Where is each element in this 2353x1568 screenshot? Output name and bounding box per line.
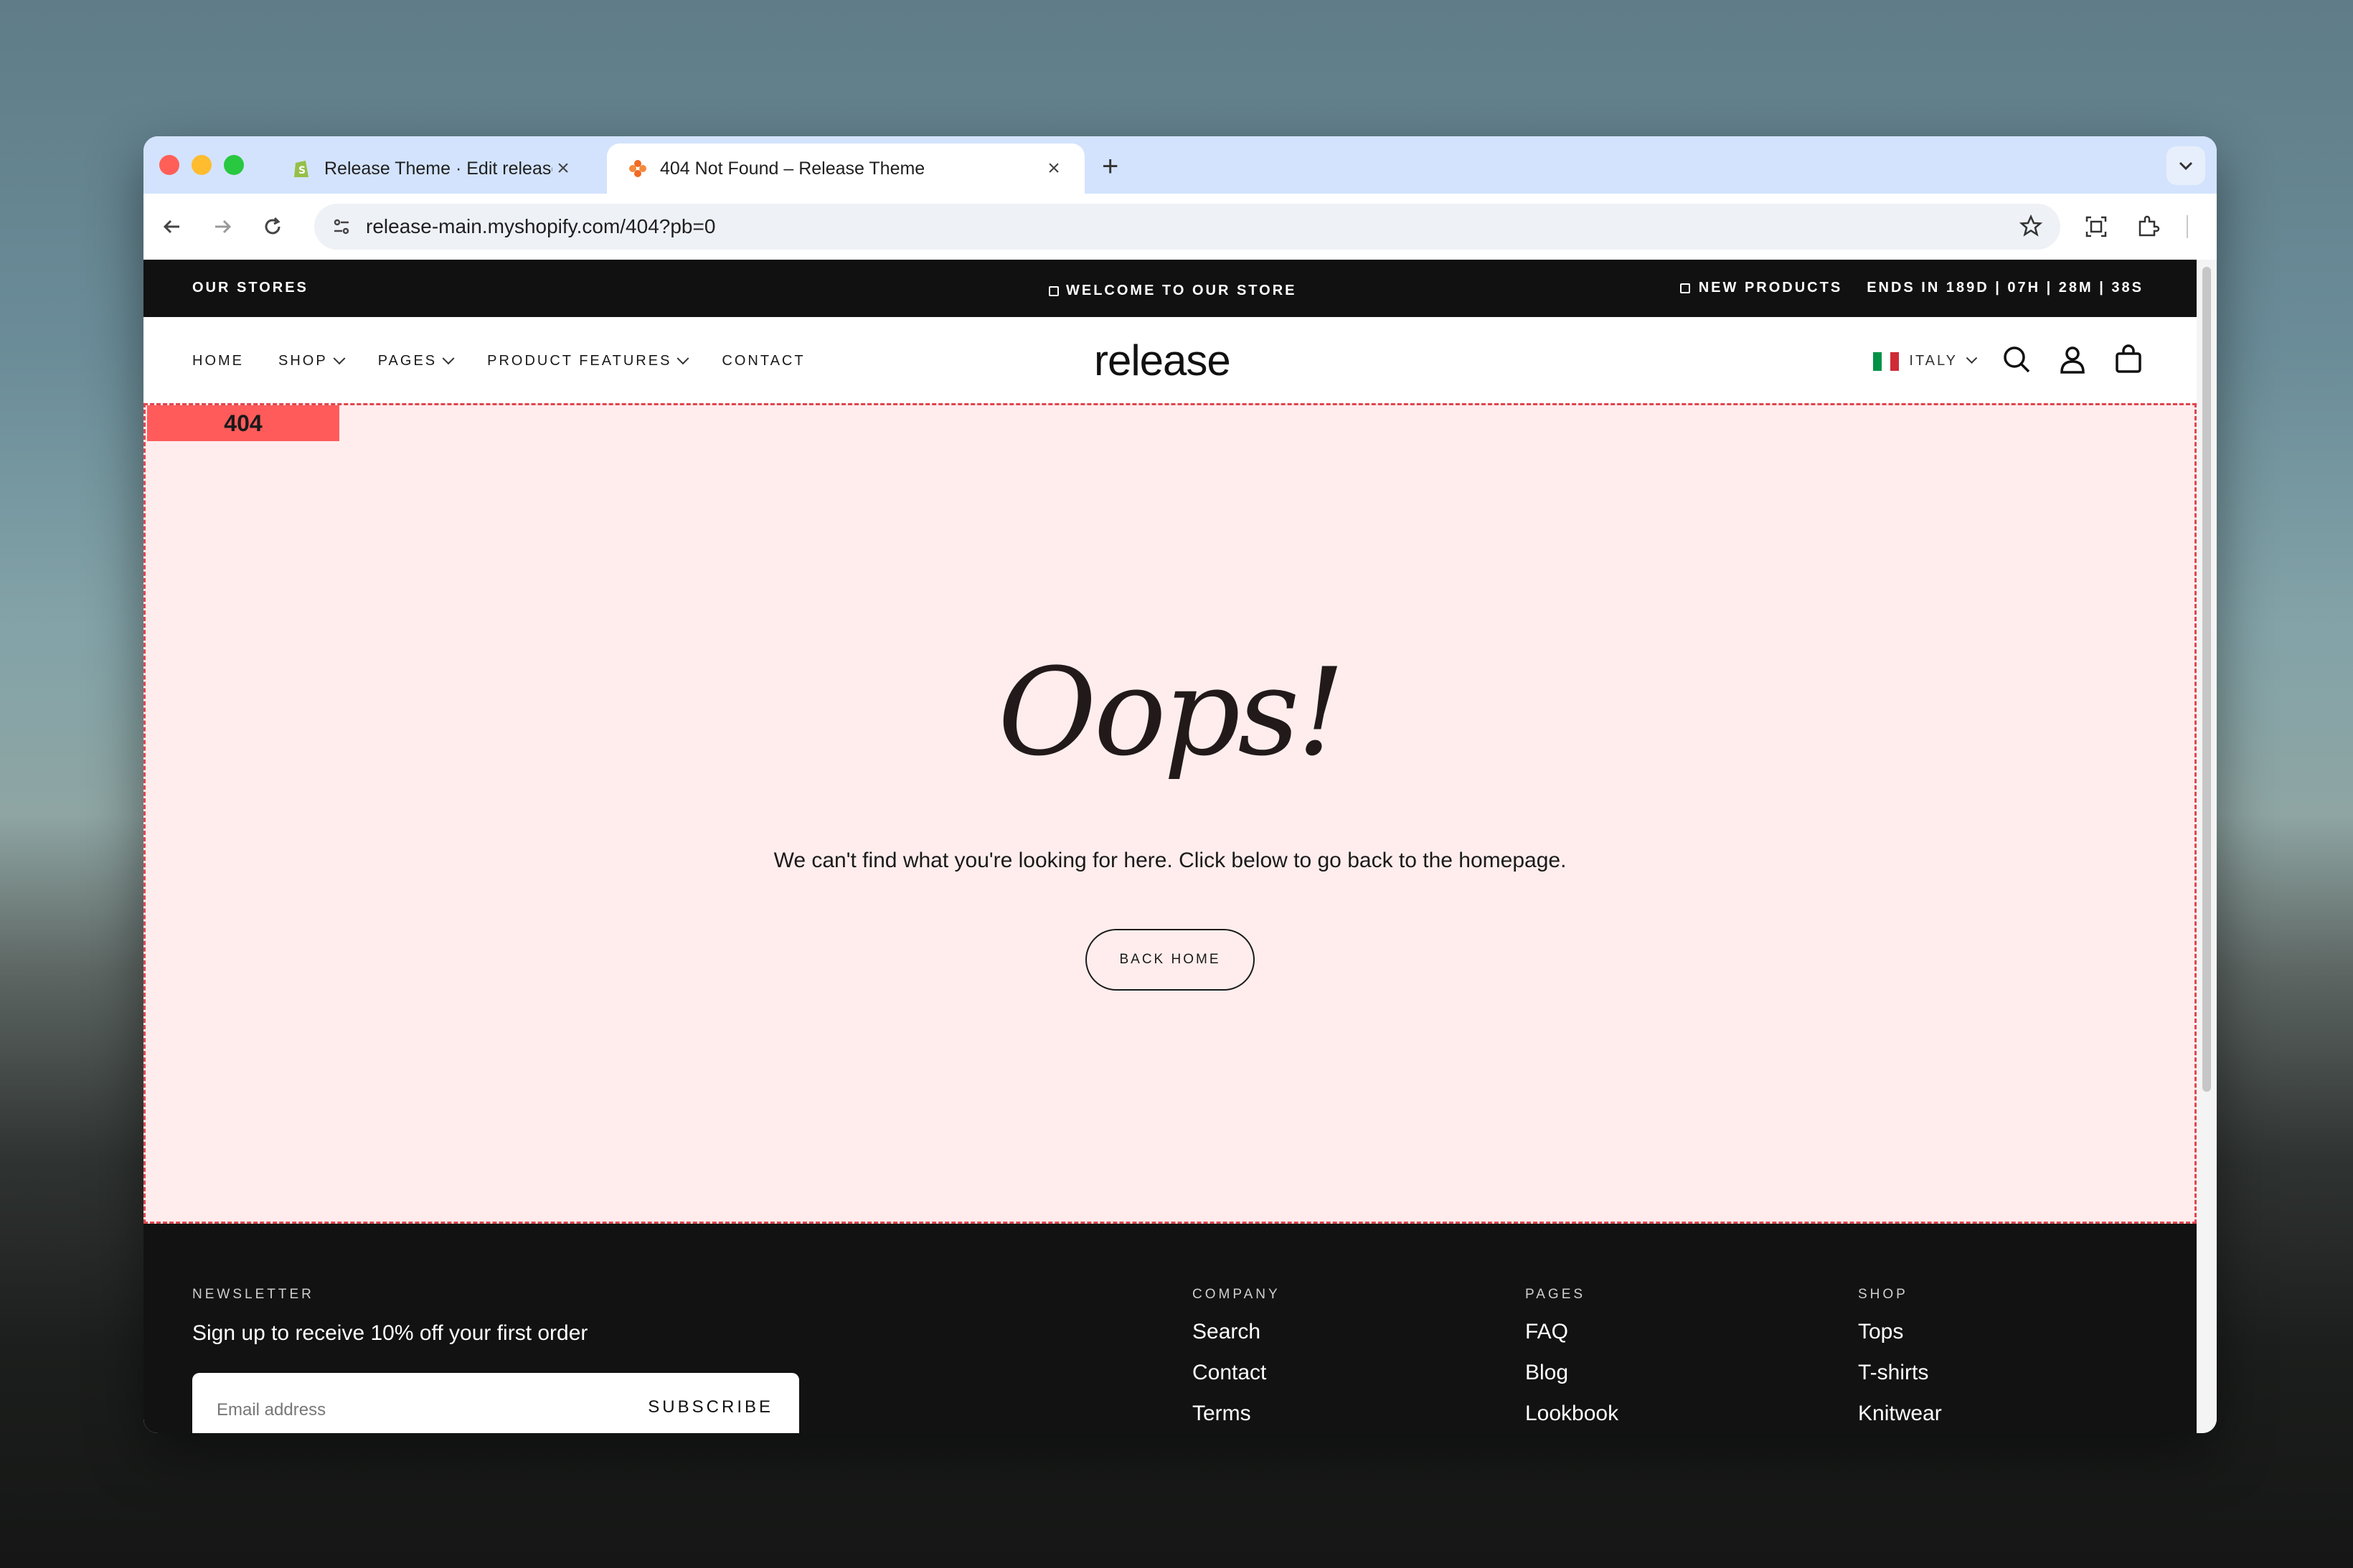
pages-heading: PAGES: [1525, 1287, 1586, 1302]
footer-link-faq[interactable]: FAQ: [1525, 1320, 1568, 1344]
main-nav: HOME SHOP PAGES PRODUCT FEATURES CONTACT: [192, 351, 840, 369]
back-button[interactable]: [155, 209, 189, 244]
chevron-down-icon: [1966, 352, 1978, 364]
italy-flag-icon: [1873, 351, 1900, 371]
site-settings-icon: [334, 219, 349, 235]
shop-heading: SHOP: [1858, 1287, 1908, 1302]
nav-label: CONTACT: [722, 353, 806, 369]
nav-item-pages[interactable]: PAGES: [377, 351, 455, 369]
extensions-icon[interactable]: [2131, 209, 2165, 244]
browser-toolbar: release-main.myshopify.com/404?pb=0: [143, 194, 2217, 260]
account-icon[interactable]: [2057, 344, 2088, 378]
chevron-down-icon: [333, 351, 346, 364]
forward-button[interactable]: [205, 209, 240, 244]
announcement-bar: OUR STORES WELCOME TO OUR STORE NEW PROD…: [143, 260, 2197, 317]
back-home-button[interactable]: BACK HOME: [1085, 929, 1255, 991]
close-tab-icon[interactable]: ×: [1043, 156, 1065, 181]
site-logo[interactable]: release: [1094, 336, 1231, 385]
nav-label: PAGES: [377, 353, 438, 369]
newsletter-form: Email address SUBSCRIBE: [192, 1373, 799, 1433]
footer-link-search[interactable]: Search: [1192, 1320, 1260, 1344]
header-actions: ITALY: [1873, 344, 2144, 378]
reload-button[interactable]: [255, 209, 290, 244]
arrow-right-icon: [215, 219, 232, 234]
shopify-icon: S: [291, 158, 313, 179]
site-header: HOME SHOP PAGES PRODUCT FEATURES CONTACT…: [143, 317, 2197, 403]
company-heading: COMPANY: [1192, 1287, 1281, 1302]
email-field[interactable]: Email address: [217, 1400, 326, 1420]
promo-countdown: NEW PRODUCTS ENDS IN 189D | 07H | 28M | …: [1679, 280, 2144, 296]
chevron-down-icon: [2179, 161, 2193, 171]
country-selector[interactable]: ITALY: [1873, 351, 1978, 371]
welcome-message: WELCOME TO OUR STORE: [1049, 283, 1297, 299]
maximize-window-button[interactable]: [224, 155, 244, 175]
our-stores-link[interactable]: OUR STORES: [192, 280, 308, 296]
countdown-timer: ENDS IN 189D | 07H | 28M | 38S: [1867, 280, 2144, 296]
calendar-icon: [1049, 285, 1059, 296]
tab-search-button[interactable]: [2166, 146, 2205, 185]
search-icon[interactable]: [2001, 344, 2032, 378]
nav-item-contact[interactable]: CONTACT: [722, 353, 805, 369]
nav-label: HOME: [192, 353, 244, 369]
not-found-message: We can't find what you're looking for he…: [773, 849, 1567, 872]
nav-label: SHOP: [278, 353, 328, 369]
toolbar-divider: [2187, 215, 2188, 238]
subscribe-button[interactable]: SUBSCRIBE: [648, 1397, 773, 1417]
svg-text:S: S: [298, 165, 306, 176]
chevron-down-icon: [676, 351, 689, 364]
footer-link-contact[interactable]: Contact: [1192, 1361, 1266, 1385]
minimize-window-button[interactable]: [192, 155, 212, 175]
browser-window: S Release Theme · Edit release × 404 Not…: [143, 136, 2217, 1433]
footer-link-terms[interactable]: Terms: [1192, 1402, 1251, 1426]
section-tag: 404: [147, 405, 339, 441]
footer-link-t-shirts[interactable]: T-shirts: [1858, 1361, 1928, 1385]
reload-icon: [265, 217, 280, 235]
tab-title: 404 Not Found – Release Theme: [660, 158, 925, 179]
close-window-button[interactable]: [159, 155, 179, 175]
nav-item-shop[interactable]: SHOP: [278, 351, 346, 369]
close-tab-icon[interactable]: ×: [552, 156, 574, 181]
page-viewport: OUR STORES WELCOME TO OUR STORE NEW PROD…: [143, 260, 2197, 1433]
tab-title: Release Theme · Edit release: [324, 158, 552, 179]
scrollbar-thumb[interactable]: [2202, 267, 2211, 1092]
url-text: release-main.myshopify.com/404?pb=0: [366, 215, 716, 237]
nav-item-product-features[interactable]: PRODUCT FEATURES: [487, 351, 689, 369]
screenshot-icon[interactable]: [2079, 209, 2113, 244]
footer-link-knitwear[interactable]: Knitwear: [1858, 1402, 1942, 1426]
release-favicon-icon: [627, 158, 649, 179]
site-footer: NEWSLETTER Sign up to receive 10% off yo…: [143, 1224, 2197, 1433]
country-label: ITALY: [1909, 353, 1958, 369]
footer-link-lookbook[interactable]: Lookbook: [1525, 1402, 1618, 1426]
welcome-text: WELCOME TO OUR STORE: [1066, 283, 1297, 298]
new-tab-button[interactable]: +: [1102, 151, 1118, 183]
footer-link-blog[interactable]: Blog: [1525, 1361, 1568, 1385]
newsletter-heading: NEWSLETTER: [192, 1287, 314, 1302]
newsletter-text: Sign up to receive 10% off your first or…: [192, 1321, 588, 1345]
footer-link-tops[interactable]: Tops: [1858, 1320, 1903, 1344]
arrow-left-icon: [163, 219, 179, 234]
performance-icon[interactable]: [2210, 209, 2217, 244]
window-controls: [159, 155, 244, 175]
page-scrollbar[interactable]: [2197, 260, 2217, 1433]
address-bar[interactable]: release-main.myshopify.com/404?pb=0: [314, 204, 2060, 250]
tab-strip: S Release Theme · Edit release × 404 Not…: [143, 136, 2217, 194]
new-products-text: NEW PRODUCTS: [1698, 280, 1843, 296]
cart-bag-icon[interactable]: [2113, 344, 2144, 378]
bookmark-star-icon[interactable]: [2019, 214, 2043, 242]
chevron-down-icon: [442, 351, 455, 364]
page-heading: Oops!: [997, 642, 1345, 783]
not-found-section: 404 Oops! We can't find what you're look…: [143, 403, 2197, 1224]
new-products-link[interactable]: NEW PRODUCTS: [1679, 280, 1843, 296]
calendar-icon: [1679, 283, 1690, 293]
nav-item-home[interactable]: HOME: [192, 353, 244, 369]
tab-release-theme-editor[interactable]: S Release Theme · Edit release ×: [271, 143, 594, 194]
tab-404-not-found[interactable]: 404 Not Found – Release Theme ×: [607, 143, 1085, 194]
nav-label: PRODUCT FEATURES: [487, 353, 672, 369]
